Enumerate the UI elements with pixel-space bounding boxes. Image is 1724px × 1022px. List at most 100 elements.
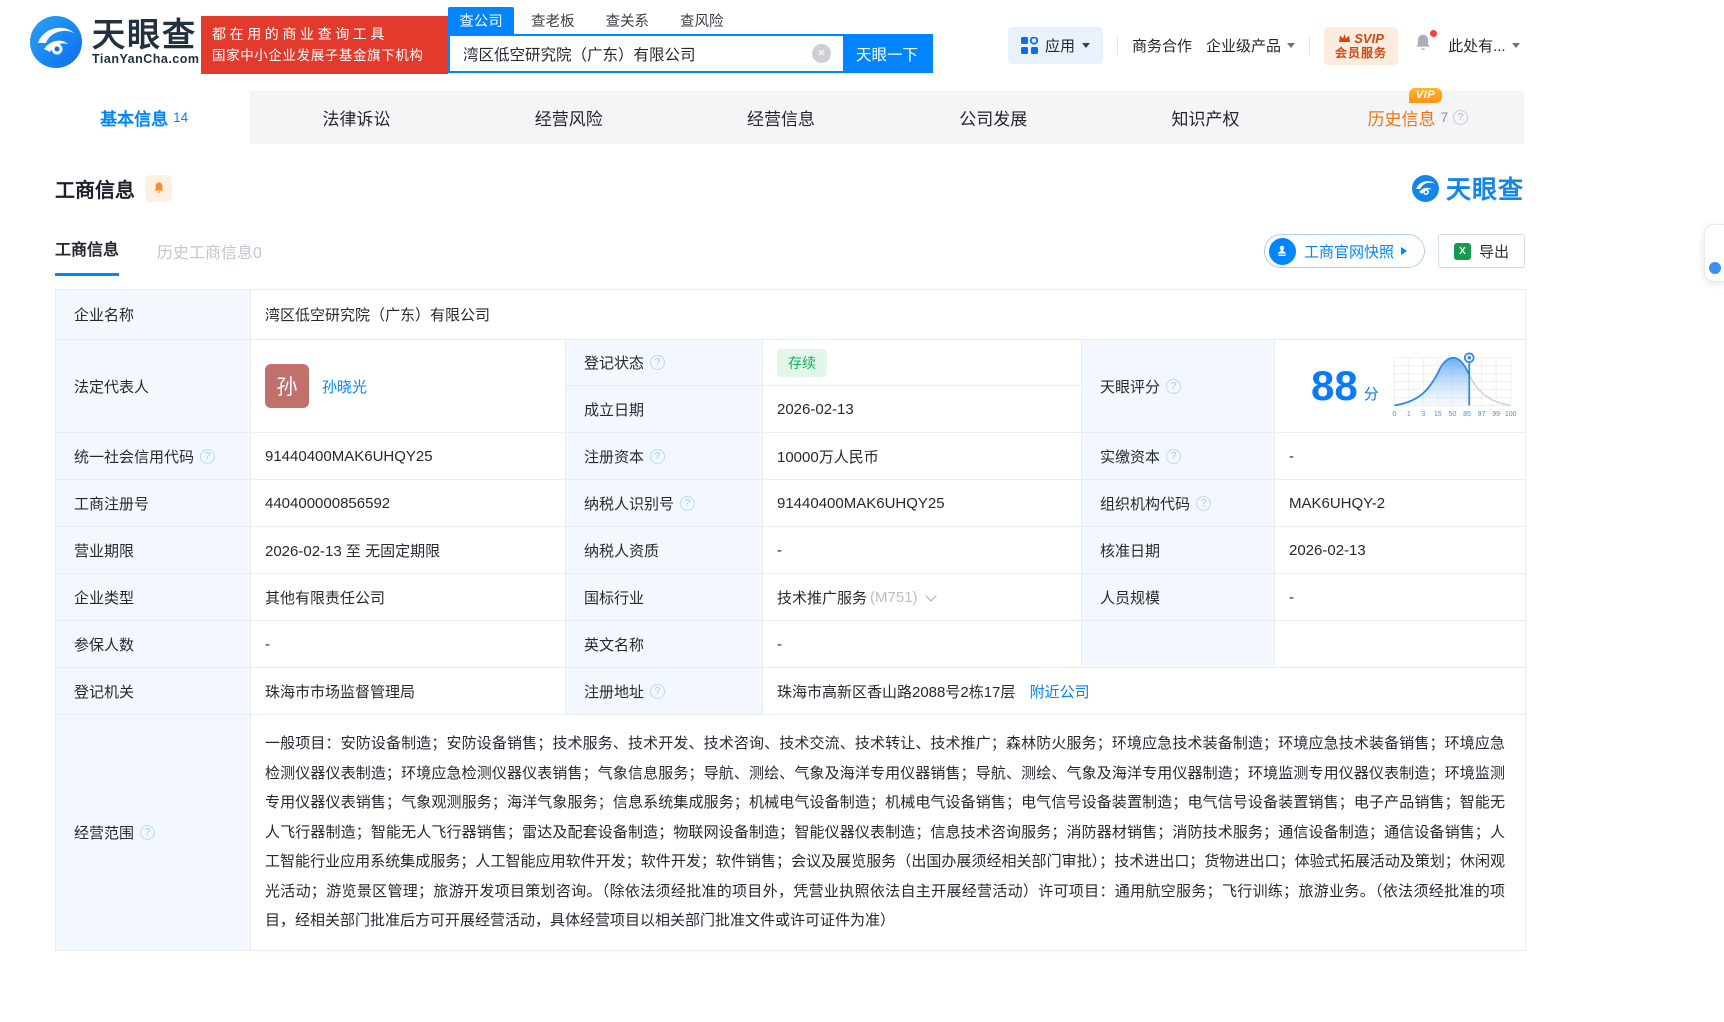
company-nav-tabs: 基本信息 14 法律诉讼 经营风险 经营信息 公司发展 知识产权 VIP 历史信… <box>38 91 1524 144</box>
score-axis-tick: 3 <box>1421 411 1425 418</box>
org-code-value: MAK6UHQY-2 <box>1275 480 1526 527</box>
reg-address-value: 珠海市高新区香山路2088号2栋17层 <box>777 684 1015 701</box>
field-label: 纳税人识别号 <box>566 480 763 527</box>
field-label: 纳税人资质 <box>566 527 763 574</box>
help-icon[interactable] <box>1453 110 1468 125</box>
nav-enterprise[interactable]: 企业级产品 <box>1206 35 1295 56</box>
field-label: 企业名称 <box>56 290 251 340</box>
field-label: 英文名称 <box>566 621 763 668</box>
search-button[interactable]: 天眼一下 <box>843 36 931 71</box>
legal-rep-link[interactable]: 孙晓光 <box>322 376 367 397</box>
insured-count-value: - <box>251 621 566 668</box>
export-button-label: 导出 <box>1479 241 1509 262</box>
search-box: 天眼一下 <box>448 34 933 73</box>
apps-menu-label: 应用 <box>1045 35 1075 56</box>
tab-label: 法律诉讼 <box>322 105 390 130</box>
field-label: 注册地址 <box>566 668 763 715</box>
tab-count: 14 <box>173 110 188 125</box>
floating-side-widget[interactable] <box>1704 224 1724 282</box>
score-axis-tick: 100 <box>1505 411 1517 418</box>
logo-text-cn: 天眼查 <box>92 18 200 52</box>
field-label: 营业期限 <box>56 527 251 574</box>
tab-label: 基本信息 <box>100 105 168 130</box>
staff-size-value: - <box>1275 574 1526 621</box>
subscribe-bell-button[interactable] <box>145 175 172 202</box>
official-snapshot-button[interactable]: 工商官网快照 <box>1264 234 1425 268</box>
subtab-business-info[interactable]: 工商信息 <box>55 236 119 276</box>
help-icon[interactable] <box>140 825 155 840</box>
field-label: 国标行业 <box>566 574 763 621</box>
tab-operating-risk[interactable]: 经营风险 <box>463 91 675 144</box>
help-icon[interactable] <box>650 355 665 370</box>
tab-company-development[interactable]: 公司发展 <box>887 91 1099 144</box>
business-scope-value: 一般项目：安防设备制造；安防设备销售；技术服务、技术开发、技术咨询、技术交流、技… <box>251 715 1526 951</box>
tab-label: 知识产权 <box>1172 105 1240 130</box>
field-label: 人员规模 <box>1082 574 1275 621</box>
field-label: 核准日期 <box>1082 527 1275 574</box>
score-axis-tick: 99 <box>1492 411 1500 418</box>
tab-basic-info[interactable]: 基本信息 14 <box>38 91 250 144</box>
est-date-value: 2026-02-13 <box>763 386 1082 433</box>
reg-capital-value: 10000万人民币 <box>763 433 1082 480</box>
search-input[interactable] <box>450 36 812 71</box>
logo-text: 天眼查 TianYanCha.com <box>92 18 200 66</box>
help-icon[interactable] <box>680 496 695 511</box>
score-unit: 分 <box>1364 383 1379 404</box>
score-axis-tick: 97 <box>1477 411 1485 418</box>
reg-number-value: 440400000856592 <box>251 480 566 527</box>
apps-menu-button[interactable]: 应用 <box>1008 27 1103 64</box>
logo-text-en: TianYanCha.com <box>92 52 200 66</box>
legal-rep-cell: 孙 孙晓光 <box>251 340 566 433</box>
search-tab-risk[interactable]: 查风险 <box>680 10 724 31</box>
table-row: 统一社会信用代码 91440400MAK6UHQY25 注册资本 10000万人… <box>56 433 1526 480</box>
help-icon[interactable] <box>200 449 215 464</box>
nav-cooperation[interactable]: 商务合作 <box>1132 35 1192 56</box>
taxpayer-quality-value: - <box>763 527 1082 574</box>
search-tabs: 查公司 查老板 查关系 查风险 <box>448 7 933 34</box>
tianyancha-logo[interactable]: 天眼查 TianYanCha.com <box>30 16 200 68</box>
help-icon[interactable] <box>650 449 665 464</box>
paid-capital-value: - <box>1275 433 1526 480</box>
tab-intellectual-property[interactable]: 知识产权 <box>1099 91 1311 144</box>
watermark-text: 天眼查 <box>1446 170 1524 206</box>
chat-bubble-icon <box>1709 262 1721 274</box>
business-term-value: 2026-02-13 至 无固定期限 <box>251 527 566 574</box>
clear-search-icon[interactable] <box>812 44 831 63</box>
search-tab-relation[interactable]: 查关系 <box>606 10 650 31</box>
export-button[interactable]: 导出 <box>1438 234 1525 268</box>
field-label: 参保人数 <box>56 621 251 668</box>
empty-cell <box>1275 621 1526 668</box>
user-menu[interactable]: 此处有... <box>1448 35 1520 56</box>
search-tab-boss[interactable]: 查老板 <box>531 10 575 31</box>
subtab-history-business-info[interactable]: 历史工商信息0 <box>157 239 262 276</box>
user-menu-label: 此处有... <box>1448 35 1506 56</box>
tyc-score-cell: 88 分 <box>1275 340 1526 433</box>
chevron-down-icon[interactable] <box>925 590 936 601</box>
chevron-down-icon <box>1512 43 1520 52</box>
search-area: 查公司 查老板 查关系 查风险 天眼一下 <box>448 7 933 73</box>
tab-business-info[interactable]: 经营信息 <box>675 91 887 144</box>
top-header: 天眼查 TianYanCha.com 都在用的商业查询工具 国家中小企业发展子基… <box>0 0 1724 91</box>
help-icon[interactable] <box>1166 379 1181 394</box>
tab-legal-proceedings[interactable]: 法律诉讼 <box>250 91 462 144</box>
svip-member-badge[interactable]: SVIP 会员服务 <box>1324 27 1398 65</box>
snapshot-button-label: 工商官网快照 <box>1304 241 1394 262</box>
score-axis-tick: 0 <box>1392 411 1396 418</box>
nearby-companies-link[interactable]: 附近公司 <box>1030 684 1090 701</box>
help-icon[interactable] <box>650 684 665 699</box>
tab-history-info[interactable]: VIP 历史信息 7 <box>1312 91 1524 144</box>
search-tab-company[interactable]: 查公司 <box>448 7 514 34</box>
avatar[interactable]: 孙 <box>265 364 309 408</box>
help-icon[interactable] <box>1196 496 1211 511</box>
table-row: 法定代表人 孙 孙晓光 登记状态 存续 天眼评分 <box>56 340 1526 386</box>
notification-bell[interactable] <box>1412 32 1434 59</box>
notification-dot <box>1429 29 1438 38</box>
score-axis-tick: 1 <box>1407 411 1411 418</box>
section-header: 工商信息 天眼查 <box>38 144 1524 206</box>
help-icon[interactable] <box>1166 449 1181 464</box>
company-type-value: 其他有限责任公司 <box>251 574 566 621</box>
tianyancha-logo-icon <box>1412 175 1439 202</box>
tianyancha-watermark: 天眼查 <box>1412 170 1524 206</box>
grid-apps-icon <box>1021 37 1038 54</box>
industry-cell: 技术推广服务 (M751) <box>763 574 1082 621</box>
